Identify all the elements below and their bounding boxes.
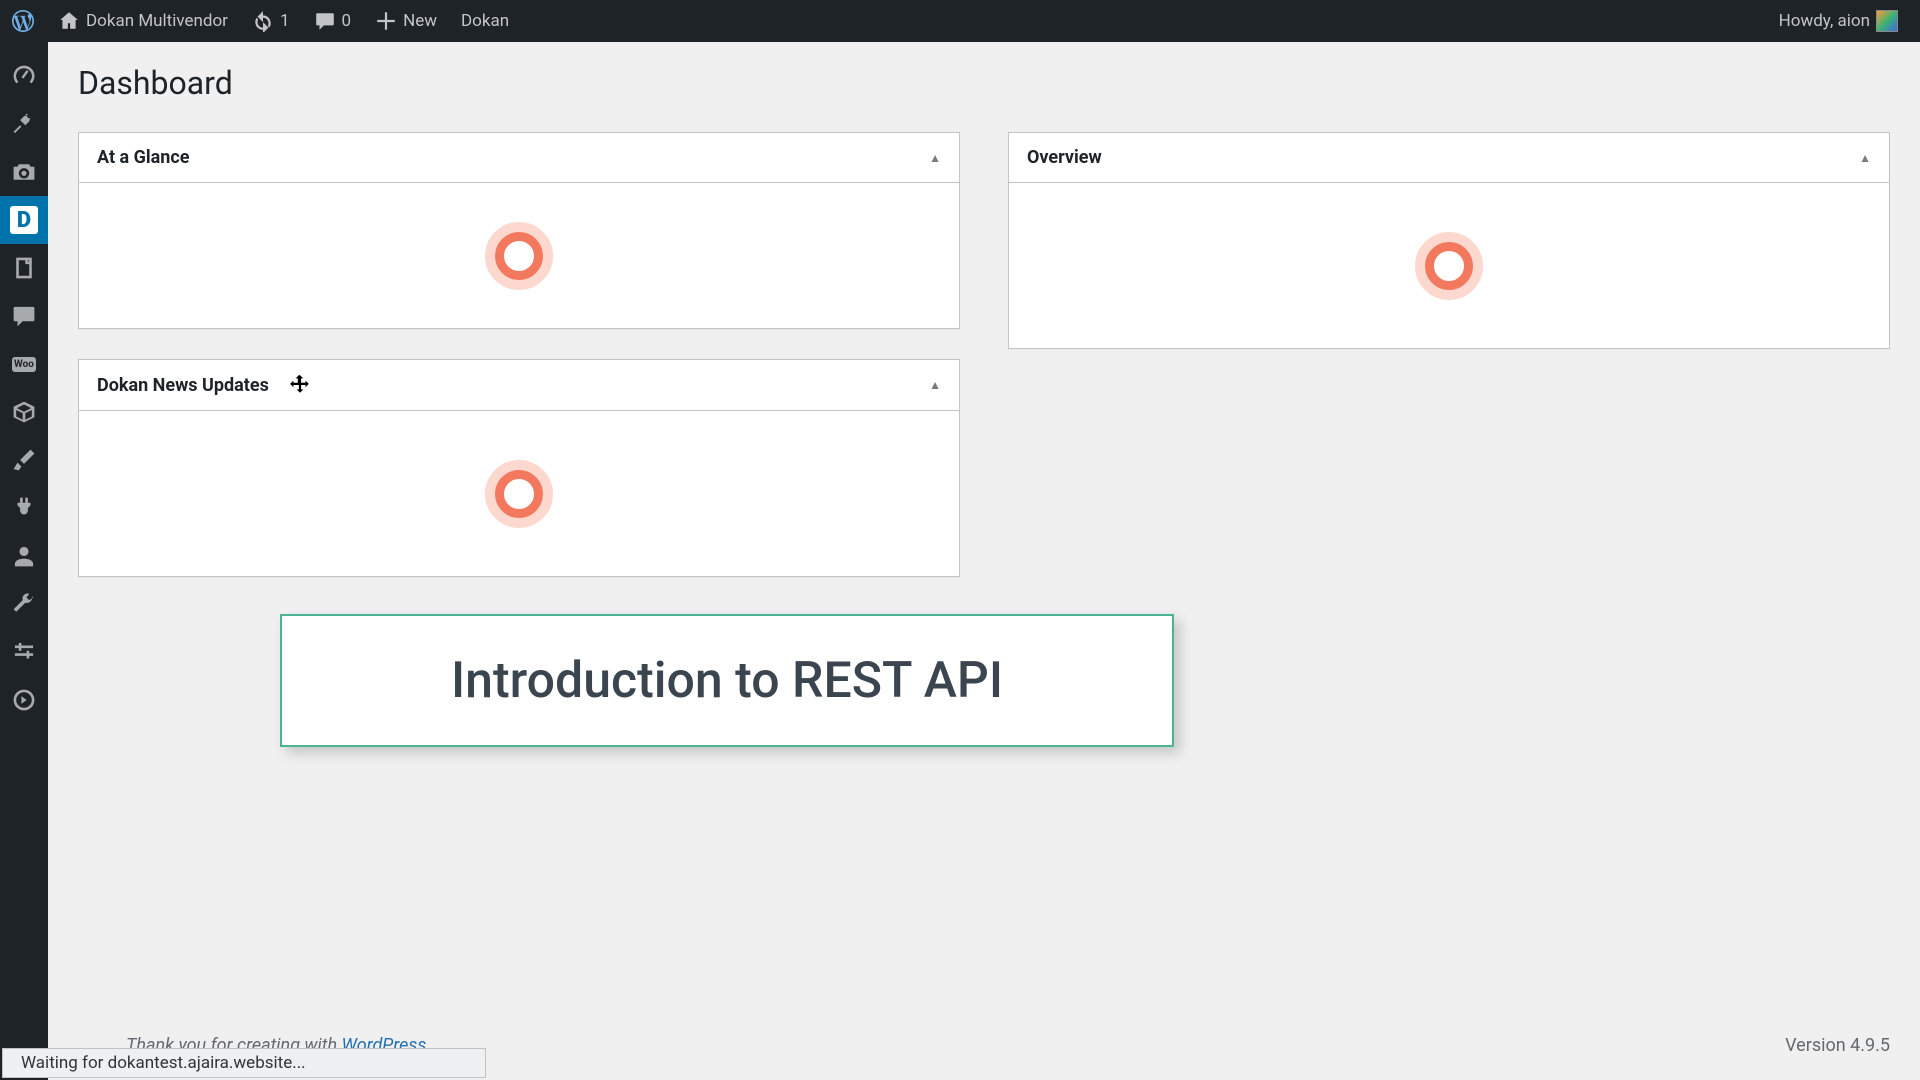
- home-icon: [58, 10, 80, 32]
- sidebar-item-settings[interactable]: [0, 628, 48, 676]
- sidebar-item-pages[interactable]: [0, 244, 48, 292]
- loading-spinner-icon: [485, 460, 553, 528]
- sidebar-item-dokan[interactable]: D: [0, 196, 48, 244]
- sidebar-item-products[interactable]: [0, 388, 48, 436]
- metabox-title: Overview: [1027, 147, 1102, 168]
- loading-spinner-icon: [485, 222, 553, 290]
- sidebar-item-posts[interactable]: [0, 100, 48, 148]
- comment-icon: [11, 303, 37, 329]
- updates-link[interactable]: 1: [240, 0, 302, 42]
- content-area: Dashboard At a Glance ▲ Dokan News Updat…: [48, 42, 1920, 1080]
- new-label: New: [403, 11, 437, 31]
- metabox-body-overview: [1009, 183, 1889, 348]
- admin-bar-right: Howdy, aion: [1767, 10, 1910, 32]
- greeting-text: Howdy, aion: [1779, 11, 1870, 31]
- sidebar-item-users[interactable]: [0, 532, 48, 580]
- sidebar-item-tools[interactable]: [0, 580, 48, 628]
- metabox-overview: Overview ▲: [1008, 132, 1890, 349]
- plug-icon: [11, 495, 37, 521]
- callout-text: Introduction to REST API: [451, 652, 1003, 710]
- sidebar-item-appearance[interactable]: [0, 436, 48, 484]
- browser-status-bar: Waiting for dokantest.ajaira.website...: [2, 1048, 486, 1078]
- sliders-icon: [11, 639, 37, 665]
- updates-count: 1: [280, 11, 290, 31]
- user-icon: [11, 543, 37, 569]
- gauge-icon: [11, 63, 37, 89]
- admin-sidebar: D Woo: [0, 42, 48, 1080]
- wp-logo-menu[interactable]: [0, 0, 46, 42]
- plus-icon: [375, 10, 397, 32]
- metabox-title: Dokan News Updates: [97, 375, 269, 396]
- woo-icon: Woo: [12, 357, 36, 372]
- collapse-toggle[interactable]: ▲: [929, 378, 941, 392]
- wrench-icon: [11, 591, 37, 617]
- metabox-dokan-news: Dokan News Updates ▲: [78, 359, 960, 577]
- column-left: At a Glance ▲ Dokan News Updates ▲: [78, 132, 960, 577]
- refresh-icon: [252, 10, 274, 32]
- collapse-toggle[interactable]: ▲: [929, 151, 941, 165]
- admin-bar: Dokan Multivendor 1 0 New Dokan Howdy, a…: [0, 0, 1920, 42]
- dashboard-columns: At a Glance ▲ Dokan News Updates ▲: [78, 132, 1890, 577]
- collapse-icon: [11, 687, 37, 713]
- box-icon: [11, 399, 37, 425]
- metabox-header-overview[interactable]: Overview ▲: [1009, 133, 1889, 183]
- move-icon: [289, 374, 311, 396]
- account-menu[interactable]: Howdy, aion: [1767, 10, 1910, 32]
- sidebar-item-collapse[interactable]: [0, 676, 48, 724]
- comments-link[interactable]: 0: [302, 0, 364, 42]
- pages-icon: [11, 255, 37, 281]
- pin-icon: [11, 111, 37, 137]
- footer-version: Version 4.9.5: [1785, 1035, 1890, 1056]
- admin-bar-left: Dokan Multivendor 1 0 New Dokan: [0, 0, 521, 42]
- wordpress-icon: [12, 10, 34, 32]
- sidebar-item-plugins[interactable]: [0, 484, 48, 532]
- sidebar-item-dashboard[interactable]: [0, 52, 48, 100]
- sidebar-item-comments[interactable]: [0, 292, 48, 340]
- collapse-toggle[interactable]: ▲: [1859, 151, 1871, 165]
- metabox-header-news[interactable]: Dokan News Updates ▲: [79, 360, 959, 411]
- dokan-bar-link[interactable]: Dokan: [449, 0, 521, 42]
- brush-icon: [11, 447, 37, 473]
- site-name: Dokan Multivendor: [86, 11, 228, 31]
- metabox-body-glance: [79, 183, 959, 328]
- page-title: Dashboard: [78, 64, 1890, 102]
- dokan-icon: D: [10, 206, 38, 234]
- column-right: Overview ▲: [1008, 132, 1890, 577]
- metabox-at-a-glance: At a Glance ▲: [78, 132, 960, 329]
- metabox-body-news: [79, 411, 959, 576]
- metabox-header-glance[interactable]: At a Glance ▲: [79, 133, 959, 183]
- sidebar-item-media[interactable]: [0, 148, 48, 196]
- status-text: Waiting for dokantest.ajaira.website...: [21, 1053, 306, 1073]
- metabox-title: At a Glance: [97, 147, 189, 168]
- comments-count: 0: [342, 11, 352, 31]
- comment-icon: [314, 10, 336, 32]
- avatar: [1876, 10, 1898, 32]
- dokan-bar-label: Dokan: [461, 11, 509, 31]
- camera-icon: [11, 159, 37, 185]
- site-home-link[interactable]: Dokan Multivendor: [46, 0, 240, 42]
- sidebar-item-woocommerce[interactable]: Woo: [0, 340, 48, 388]
- loading-spinner-icon: [1415, 232, 1483, 300]
- callout-box: Introduction to REST API: [280, 614, 1174, 747]
- new-content-link[interactable]: New: [363, 0, 449, 42]
